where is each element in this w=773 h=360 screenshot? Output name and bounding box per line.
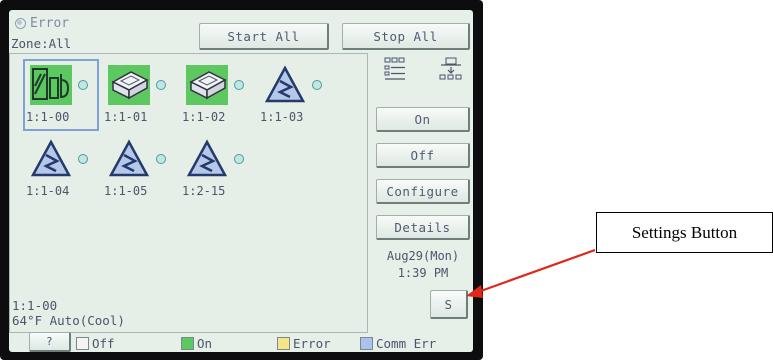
start-all-button[interactable]: Start All <box>199 23 329 50</box>
off-button[interactable]: Off <box>376 143 470 168</box>
cassette-unit-icon <box>186 65 228 105</box>
warning-triangle-icon <box>186 139 228 179</box>
on-button[interactable]: On <box>376 107 470 132</box>
unit-label: 1:2-15 <box>182 184 226 198</box>
off-swatch <box>76 337 89 350</box>
unit-grid-panel: 1:1-00 1:1-01 1:1-02 1:1-03 1:1-04 1:1-0… <box>9 53 368 333</box>
legend-item-comm-err: Comm Err <box>360 336 436 351</box>
group-tree-icon[interactable] <box>437 56 465 82</box>
temperature-mode-readout: 64°F Auto(Cool) <box>12 313 125 328</box>
legend-item-error: Error <box>277 336 331 351</box>
date-label: Aug29(Mon) <box>386 249 460 263</box>
on-swatch <box>181 337 194 350</box>
unit-label: 1:1-05 <box>104 184 148 198</box>
details-button[interactable]: Details <box>376 215 470 240</box>
warning-triangle-icon <box>30 139 72 179</box>
error-led-icon <box>15 18 26 29</box>
unit-tile-1-2-15[interactable]: 1:2-15 <box>180 134 254 204</box>
warning-triangle-icon <box>264 65 306 105</box>
unit-status-dot <box>312 80 322 90</box>
legend-label: Comm Err <box>376 336 437 351</box>
unit-status-dot <box>234 80 244 90</box>
legend-label: Off <box>92 336 115 351</box>
unit-tile-1-1-02[interactable]: 1:1-02 <box>180 60 254 130</box>
unit-tile-1-1-05[interactable]: 1:1-05 <box>102 134 176 204</box>
unit-tile-1-1-01[interactable]: 1:1-01 <box>102 60 176 130</box>
unit-label: 1:1-04 <box>26 184 70 198</box>
unit-tile-1-1-03[interactable]: 1:1-03 <box>258 60 332 130</box>
unit-status-dot <box>78 80 88 90</box>
unit-status-dot <box>234 154 244 164</box>
unit-tile-1-1-00[interactable]: 1:1-00 <box>23 59 99 131</box>
time-label: 1:39 PM <box>397 266 449 280</box>
status-legend: ? Off On Error Comm Err <box>9 332 473 352</box>
cassette-unit-icon <box>108 65 150 105</box>
configure-button[interactable]: Configure <box>376 179 470 204</box>
touch-screen: Error Start All Stop All Zone:All 1:1-00 <box>9 10 473 352</box>
list-view-icon[interactable] <box>381 56 409 82</box>
unit-label: 1:1-02 <box>182 110 226 124</box>
settings-button[interactable]: S <box>430 290 468 319</box>
unit-status-dot <box>78 154 88 164</box>
error-indicator: Error <box>15 16 69 31</box>
error-label: Error <box>30 16 70 31</box>
unit-type-icon <box>30 65 72 105</box>
unit-tile-1-1-04[interactable]: 1:1-04 <box>24 134 98 204</box>
unit-label: 1:1-03 <box>260 110 304 124</box>
error-swatch <box>277 337 290 350</box>
comm-err-swatch <box>360 337 373 350</box>
settings-callout-box: Settings Button <box>596 212 773 253</box>
controller-bezel: Error Start All Stop All Zone:All 1:1-00 <box>0 0 483 360</box>
legend-item-off: Off <box>76 336 115 351</box>
legend-label: On <box>197 336 213 351</box>
legend-item-on: On <box>181 336 212 351</box>
warning-triangle-icon <box>108 139 150 179</box>
stop-all-button[interactable]: Stop All <box>342 23 470 50</box>
help-button[interactable]: ? <box>29 332 71 352</box>
zone-label: Zone:All <box>11 36 72 51</box>
unit-label: 1:1-00 <box>26 110 70 124</box>
unit-status-dot <box>156 154 166 164</box>
unit-status-dot <box>156 80 166 90</box>
unit-label: 1:1-01 <box>104 110 148 124</box>
selected-unit-id: 1:1-00 <box>12 298 58 313</box>
legend-label: Error <box>293 336 331 351</box>
date-time-display: Aug29(Mon) 1:39 PM <box>376 248 470 282</box>
